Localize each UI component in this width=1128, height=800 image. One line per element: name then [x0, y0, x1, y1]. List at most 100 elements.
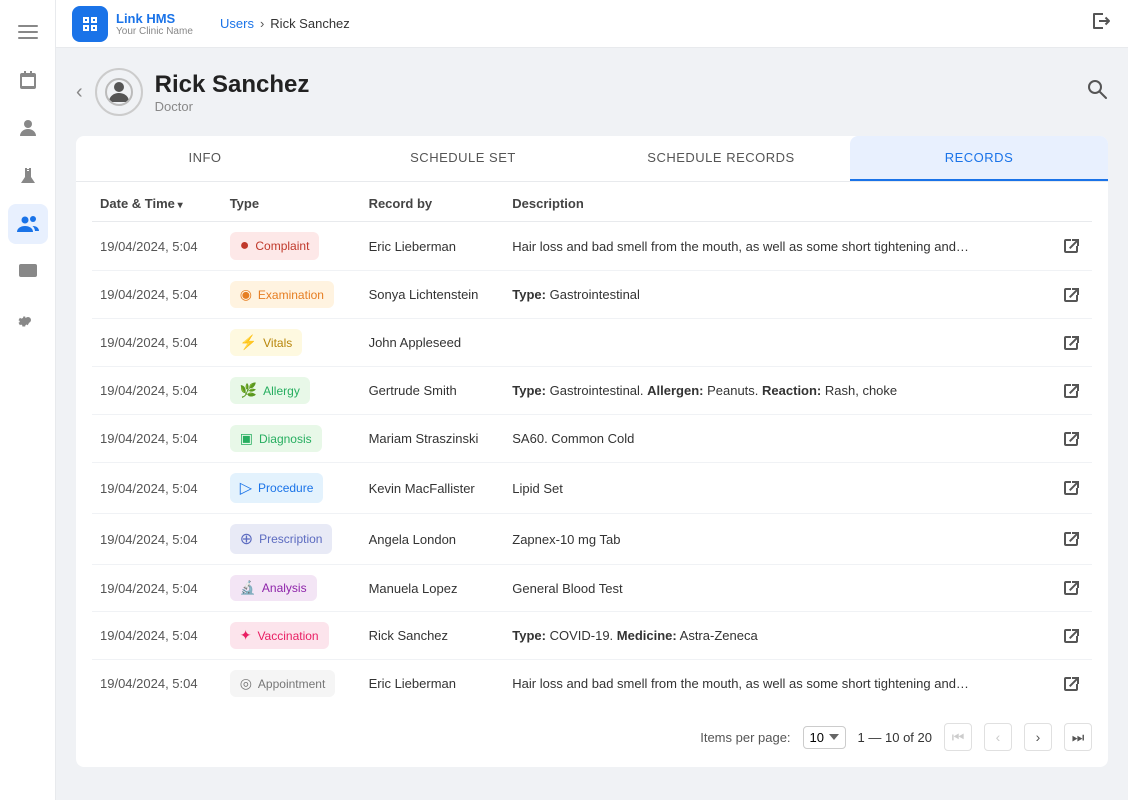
tab-schedule-set[interactable]: SCHEDULE SET: [334, 136, 592, 181]
type-badge-analysis: 🔬 Analysis: [230, 575, 317, 601]
cell-description: Lipid Set: [504, 463, 1044, 514]
cell-open: [1044, 415, 1092, 463]
badge-icon: ●: [240, 237, 250, 255]
badge-icon: ▷: [240, 478, 252, 498]
badge-icon: ✦: [240, 627, 252, 644]
cell-record-by: Angela London: [361, 514, 505, 565]
cell-open: [1044, 565, 1092, 612]
cell-type: ⚡ Vitals: [222, 319, 361, 367]
logout-icon[interactable]: [1090, 16, 1112, 36]
tab-schedule-records[interactable]: SCHEDULE RECORDS: [592, 136, 850, 181]
breadcrumb-users[interactable]: Users: [220, 16, 254, 31]
open-record-button[interactable]: [1058, 426, 1084, 452]
open-record-button[interactable]: [1058, 623, 1084, 649]
cell-open: [1044, 660, 1092, 708]
first-page-button[interactable]: ⏮: [944, 723, 972, 751]
cell-datetime: 19/04/2024, 5:04: [92, 319, 222, 367]
app-tagline: Your Clinic Name: [116, 26, 193, 37]
sidebar-icon-calendar[interactable]: [8, 60, 48, 100]
cell-description: SA60. Common Cold: [504, 415, 1044, 463]
open-record-button[interactable]: [1058, 233, 1084, 259]
cell-datetime: 19/04/2024, 5:04: [92, 367, 222, 415]
type-badge-diagnosis: ▣ Diagnosis: [230, 425, 322, 452]
profile-info: Rick Sanchez Doctor: [155, 71, 310, 114]
cell-record-by: Mariam Straszinski: [361, 415, 505, 463]
next-page-button[interactable]: ›: [1024, 723, 1052, 751]
logo-icon: [72, 6, 108, 42]
cell-type: ▣ Diagnosis: [222, 415, 361, 463]
cell-datetime: 19/04/2024, 5:04: [92, 271, 222, 319]
open-record-button[interactable]: [1058, 378, 1084, 404]
cell-description: Hair loss and bad smell from the mouth, …: [504, 222, 1044, 271]
badge-icon: ⚡: [240, 334, 257, 351]
type-badge-examination: ◉ Examination: [230, 281, 334, 308]
avatar: [95, 68, 143, 116]
cell-type: ● Complaint: [222, 222, 361, 271]
sidebar-icon-flask[interactable]: [8, 156, 48, 196]
prev-page-button[interactable]: ‹: [984, 723, 1012, 751]
table-row: 19/04/2024, 5:04 🌿 Allergy Gertrude Smit…: [92, 367, 1092, 415]
app-logo: Link HMS Your Clinic Name: [72, 6, 212, 42]
breadcrumb-separator: ›: [260, 16, 264, 31]
table-row: 19/04/2024, 5:04 ⊕ Prescription Angela L…: [92, 514, 1092, 565]
sidebar-icon-settings[interactable]: [8, 300, 48, 340]
table-row: 19/04/2024, 5:04 ▣ Diagnosis Mariam Stra…: [92, 415, 1092, 463]
cell-datetime: 19/04/2024, 5:04: [92, 612, 222, 660]
search-button[interactable]: [1086, 78, 1108, 106]
open-record-button[interactable]: [1058, 475, 1084, 501]
cell-datetime: 19/04/2024, 5:04: [92, 463, 222, 514]
type-badge-vitals: ⚡ Vitals: [230, 329, 303, 356]
main-content: ‹ Rick Sanchez Doctor INFO SCHEDULE SET …: [56, 48, 1128, 800]
tab-records[interactable]: RECORDS: [850, 136, 1108, 181]
cell-description: General Blood Test: [504, 565, 1044, 612]
records-table-container: Date & Time Type Record by Description 1…: [76, 182, 1108, 767]
tab-info[interactable]: INFO: [76, 136, 334, 181]
col-datetime[interactable]: Date & Time: [92, 182, 222, 222]
cell-open: [1044, 271, 1092, 319]
badge-icon: ◎: [240, 675, 252, 692]
cell-record-by: Sonya Lichtenstein: [361, 271, 505, 319]
table-row: 19/04/2024, 5:04 ◎ Appointment Eric Lieb…: [92, 660, 1092, 708]
type-badge-prescription: ⊕ Prescription: [230, 524, 333, 554]
badge-icon: 🔬: [240, 580, 256, 596]
items-per-page-select[interactable]: 10 20 50: [803, 726, 846, 749]
badge-icon: ◉: [240, 286, 252, 303]
cell-description: Hair loss and bad smell from the mouth, …: [504, 660, 1044, 708]
cell-description: Type: Gastrointestinal. Allergen: Peanut…: [504, 367, 1044, 415]
last-page-button[interactable]: ⏭: [1064, 723, 1092, 751]
col-actions: [1044, 182, 1092, 222]
cell-datetime: 19/04/2024, 5:04: [92, 222, 222, 271]
sidebar-icon-person[interactable]: [8, 108, 48, 148]
open-record-button[interactable]: [1058, 671, 1084, 697]
cell-datetime: 19/04/2024, 5:04: [92, 565, 222, 612]
profile-role: Doctor: [155, 99, 310, 114]
open-record-button[interactable]: [1058, 282, 1084, 308]
cell-description: Zapnex-10 mg Tab: [504, 514, 1044, 565]
back-button[interactable]: ‹: [76, 81, 83, 104]
table-row: 19/04/2024, 5:04 ✦ Vaccination Rick Sanc…: [92, 612, 1092, 660]
menu-icon[interactable]: [8, 12, 48, 52]
sidebar-icon-users[interactable]: [8, 204, 48, 244]
breadcrumb: Users › Rick Sanchez: [220, 16, 1082, 31]
cell-record-by: Eric Lieberman: [361, 222, 505, 271]
open-record-button[interactable]: [1058, 330, 1084, 356]
cell-record-by: Gertrude Smith: [361, 367, 505, 415]
records-table: Date & Time Type Record by Description 1…: [92, 182, 1092, 707]
cell-open: [1044, 222, 1092, 271]
cell-description: Type: COVID-19. Medicine: Astra-Zeneca: [504, 612, 1044, 660]
content-card: INFO SCHEDULE SET SCHEDULE RECORDS RECOR…: [76, 136, 1108, 767]
sidebar-icon-monitor[interactable]: [8, 252, 48, 292]
cell-type: 🔬 Analysis: [222, 565, 361, 612]
cell-type: ⊕ Prescription: [222, 514, 361, 565]
table-row: 19/04/2024, 5:04 ● Complaint Eric Lieber…: [92, 222, 1092, 271]
type-badge-procedure: ▷ Procedure: [230, 473, 324, 503]
open-record-button[interactable]: [1058, 575, 1084, 601]
cell-type: 🌿 Allergy: [222, 367, 361, 415]
open-record-button[interactable]: [1058, 526, 1084, 552]
cell-open: [1044, 367, 1092, 415]
col-description: Description: [504, 182, 1044, 222]
cell-open: [1044, 514, 1092, 565]
table-row: 19/04/2024, 5:04 ◉ Examination Sonya Lic…: [92, 271, 1092, 319]
table-row: 19/04/2024, 5:04 ▷ Procedure Kevin MacFa…: [92, 463, 1092, 514]
cell-type: ◉ Examination: [222, 271, 361, 319]
